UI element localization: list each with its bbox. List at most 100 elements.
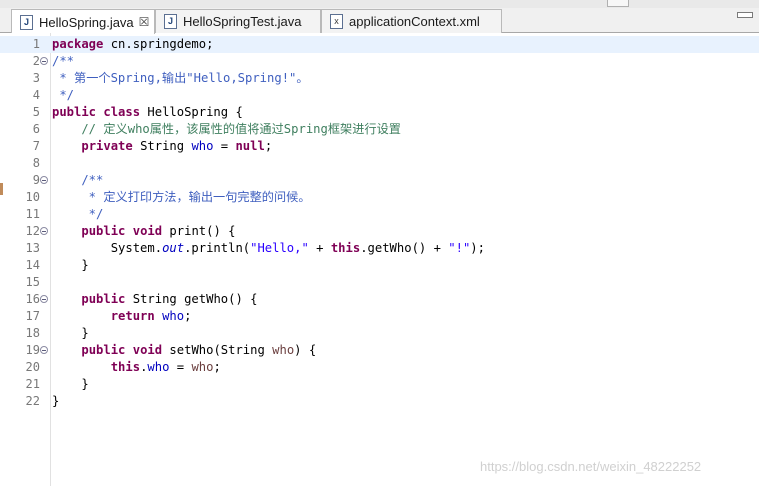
code-text: */ — [52, 87, 74, 104]
code-line[interactable]: 7 private String who = null; — [0, 138, 759, 155]
java-file-icon: J — [20, 14, 33, 30]
line-number: 2 — [32, 54, 40, 68]
java-file-icon: J — [164, 14, 177, 29]
code-token: "!" — [448, 241, 471, 255]
code-text: System.out.println("Hello," + this.getWh… — [52, 240, 485, 257]
code-token: package — [52, 37, 104, 51]
code-token: this — [330, 241, 361, 255]
code-token: "Hello," — [250, 241, 309, 255]
fold-toggle-icon[interactable] — [40, 57, 48, 65]
code-text: public void print() { — [52, 223, 235, 240]
code-text: /** — [52, 53, 74, 70]
code-token: ; — [213, 360, 221, 374]
code-line[interactable]: 18 } — [0, 325, 759, 342]
line-number: 21 — [25, 377, 40, 391]
code-token: who — [191, 360, 214, 374]
code-token: cn.springdemo; — [103, 37, 214, 51]
line-number: 19 — [25, 343, 40, 357]
tab-hellospring-java[interactable]: J HelloSpring.java ☒ — [11, 9, 155, 34]
xml-file-icon: x — [330, 14, 343, 29]
code-line[interactable]: 14 } — [0, 257, 759, 274]
code-text: * 第一个Spring,输出"Hello,Spring!"。 — [52, 70, 309, 87]
code-token: String — [132, 139, 192, 153]
code-token: ); — [470, 241, 485, 255]
code-token: System. — [52, 241, 163, 255]
code-line[interactable]: 5 public class HelloSpring { — [0, 104, 759, 121]
code-token: public — [81, 224, 126, 238]
code-token: */ — [52, 88, 75, 102]
fold-toggle-icon[interactable] — [40, 227, 48, 235]
line-number: 6 — [32, 122, 40, 136]
fold-toggle-icon[interactable] — [40, 176, 48, 184]
code-token: who — [162, 309, 185, 323]
code-token: out — [162, 241, 185, 255]
code-token: who — [191, 139, 214, 153]
code-line[interactable]: 15 — [0, 274, 759, 291]
code-token: String getWho() { — [125, 292, 258, 306]
code-token: HelloSpring { — [140, 105, 243, 119]
code-token: /** — [52, 54, 75, 68]
line-number: 11 — [25, 207, 40, 221]
code-line[interactable]: 4 */ — [0, 87, 759, 104]
tab-applicationcontext-xml[interactable]: x applicationContext.xml — [321, 9, 502, 33]
code-token: + — [308, 241, 331, 255]
code-text: /** — [52, 172, 103, 189]
code-token: void — [132, 343, 163, 357]
minimize-button[interactable] — [737, 12, 753, 18]
code-token: class — [103, 105, 141, 119]
code-line[interactable]: 1 package cn.springdemo; — [0, 36, 759, 53]
line-number: 20 — [25, 360, 40, 374]
code-token: * 第一个Spring,输出"Hello,Spring!"。 — [52, 71, 309, 85]
close-icon[interactable]: ☒ — [139, 15, 150, 29]
line-number: 7 — [32, 139, 40, 153]
code-token: // 定义who属性，该属性的值将通过Spring框架进行设置 — [52, 122, 401, 136]
code-token: who — [147, 360, 170, 374]
top-strip — [0, 0, 759, 8]
line-number: 8 — [32, 156, 40, 170]
code-line[interactable]: 2 /** — [0, 53, 759, 70]
line-number: 18 — [25, 326, 40, 340]
code-line[interactable]: 10 * 定义打印方法，输出一句完整的问候。 — [0, 189, 759, 206]
line-number: 4 — [32, 88, 40, 102]
code-text: public class HelloSpring { — [52, 104, 243, 121]
line-number: 12 — [25, 224, 40, 238]
code-text: } — [52, 393, 59, 410]
code-line[interactable]: 11 */ — [0, 206, 759, 223]
code-line[interactable]: 13 System.out.println("Hello," + this.ge… — [0, 240, 759, 257]
code-token: who — [272, 343, 295, 357]
code-text: } — [52, 257, 88, 274]
code-line[interactable]: 12 public void print() { — [0, 223, 759, 240]
code-token: */ — [52, 207, 104, 221]
code-text: * 定义打印方法，输出一句完整的问候。 — [52, 189, 311, 206]
code-text: public String getWho() { — [52, 291, 257, 308]
line-number: 13 — [25, 241, 40, 255]
code-token: null — [235, 139, 265, 153]
fold-toggle-icon[interactable] — [40, 346, 48, 354]
code-line[interactable]: 8 — [0, 155, 759, 172]
editor-tab-bar: J HelloSpring.java ☒ J HelloSpringTest.j… — [0, 0, 759, 34]
code-token: public — [81, 343, 126, 357]
code-line[interactable]: 6 // 定义who属性，该属性的值将通过Spring框架进行设置 — [0, 121, 759, 138]
code-line[interactable]: 17 return who; — [0, 308, 759, 325]
code-line[interactable]: 9 /** — [0, 172, 759, 189]
code-line[interactable]: 19 public void setWho(String who) { — [0, 342, 759, 359]
code-line[interactable]: 21 } — [0, 376, 759, 393]
code-line[interactable]: 22} — [0, 393, 759, 410]
code-token: print() { — [162, 224, 236, 238]
tab-hellospringtest-java[interactable]: J HelloSpringTest.java — [155, 9, 321, 33]
line-number: 5 — [32, 105, 40, 119]
code-line[interactable]: 3 * 第一个Spring,输出"Hello,Spring!"。 — [0, 70, 759, 87]
code-text: */ — [52, 206, 104, 223]
code-line[interactable]: 16 public String getWho() { — [0, 291, 759, 308]
code-line[interactable]: 20 this.who = who; — [0, 359, 759, 376]
code-text: } — [52, 376, 88, 393]
line-number: 10 — [25, 190, 40, 204]
code-token: ; — [184, 309, 192, 323]
fold-toggle-icon[interactable] — [40, 295, 48, 303]
